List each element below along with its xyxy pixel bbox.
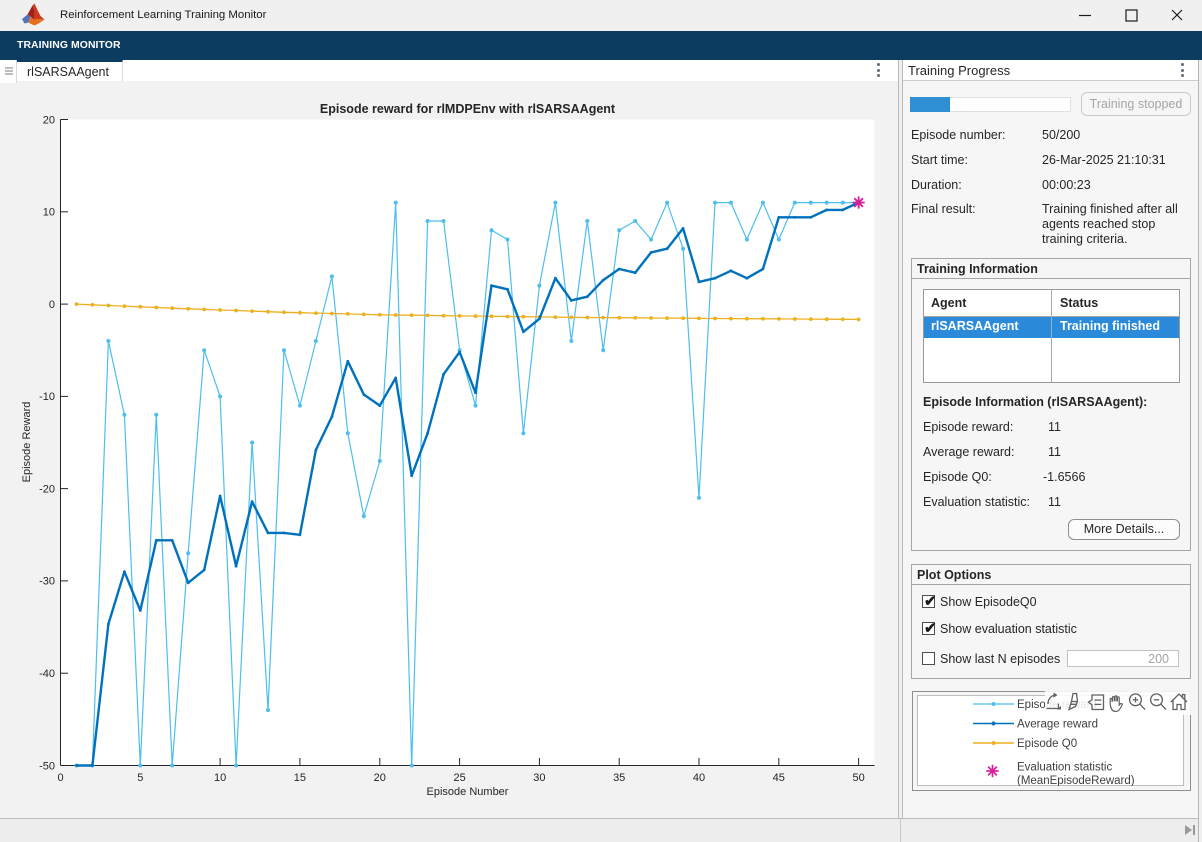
svg-text:10: 10 — [214, 772, 226, 784]
svg-text:Episode reward for rlMDPEnv wi: Episode reward for rlMDPEnv with rlSARSA… — [320, 102, 616, 116]
svg-text:45: 45 — [773, 772, 785, 784]
svg-text:10: 10 — [43, 207, 55, 219]
svg-text:15: 15 — [294, 772, 306, 784]
svg-text:0: 0 — [49, 299, 55, 311]
svg-text:(MeanEpisodeReward): (MeanEpisodeReward) — [1017, 775, 1135, 786]
svg-text:Episode Reward: Episode Reward — [21, 402, 33, 483]
svg-text:20: 20 — [43, 114, 55, 126]
svg-text:35: 35 — [613, 772, 625, 784]
svg-text:0: 0 — [57, 772, 63, 784]
svg-text:Episode Q0: Episode Q0 — [1017, 738, 1077, 750]
svg-text:20: 20 — [374, 772, 386, 784]
svg-text:30: 30 — [533, 772, 545, 784]
svg-text:-20: -20 — [39, 483, 55, 495]
svg-text:-50: -50 — [39, 760, 55, 772]
svg-text:5: 5 — [137, 772, 143, 784]
svg-text:Average reward: Average reward — [1017, 719, 1098, 731]
svg-text:25: 25 — [453, 772, 465, 784]
svg-text:-10: -10 — [39, 391, 55, 403]
svg-text:50: 50 — [852, 772, 864, 784]
svg-text:-40: -40 — [39, 668, 55, 680]
svg-text:Episode Number: Episode Number — [427, 786, 509, 798]
svg-text:40: 40 — [693, 772, 705, 784]
svg-text:-30: -30 — [39, 576, 55, 588]
svg-text:Evaluation statistic: Evaluation statistic — [1017, 762, 1112, 774]
